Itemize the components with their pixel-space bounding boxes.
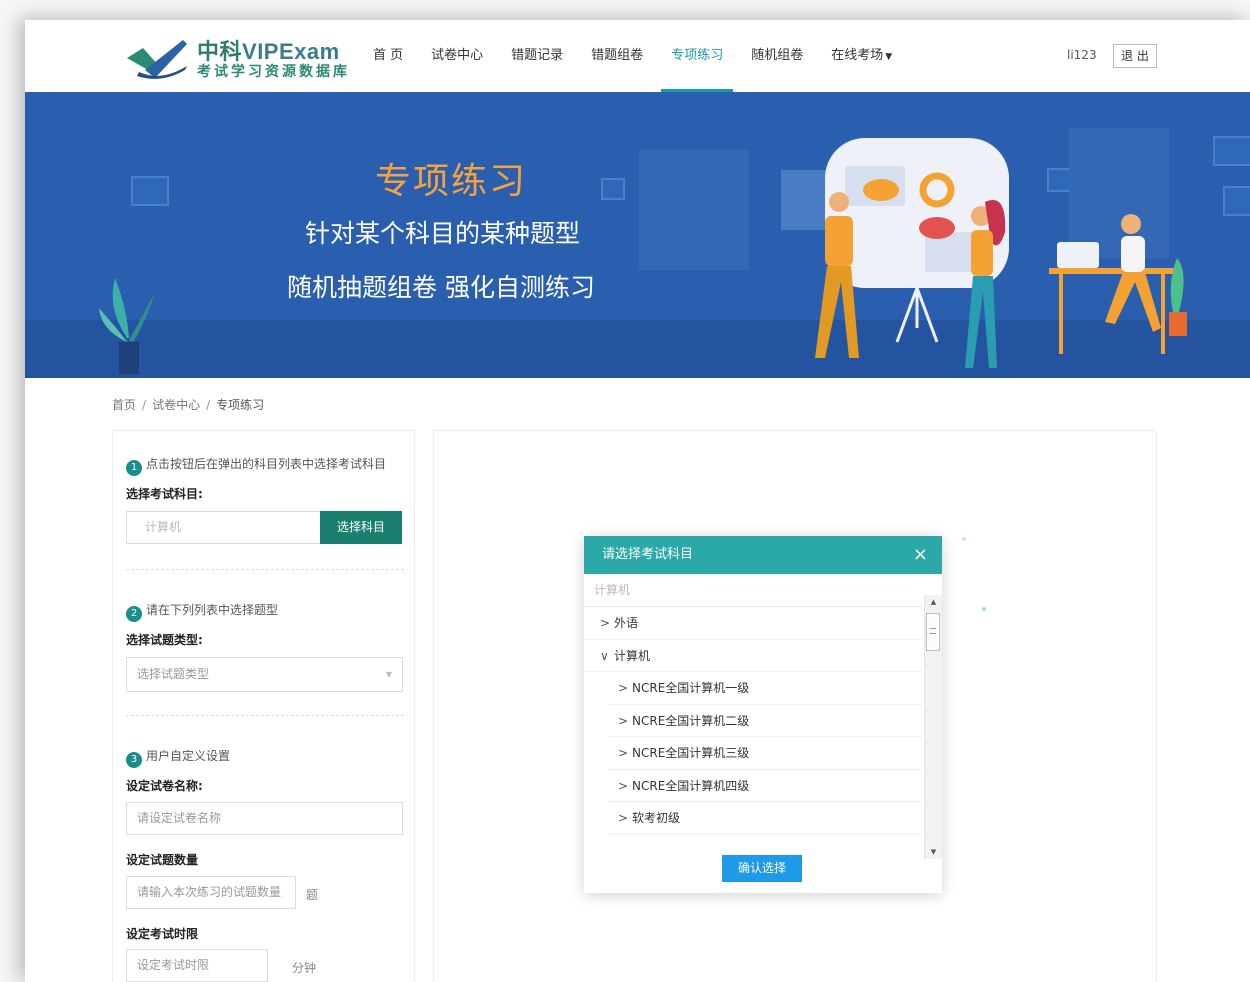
section-divider: [126, 569, 404, 570]
question-count-input[interactable]: 请输入本次练习的试题数量: [126, 876, 296, 909]
step-3-hint: 3 用户自定义设置: [126, 747, 230, 768]
step-1-text: 点击按钮后在弹出的科目列表中选择考试科目: [146, 457, 387, 471]
time-limit-input[interactable]: 设定考试时限: [126, 949, 268, 982]
step-number-badge: 2: [126, 606, 142, 622]
tree-item-label: 软考初级: [632, 811, 681, 825]
confirm-selection-button[interactable]: 确认选择: [722, 855, 802, 882]
subject-tree: > 外语 ∨ 计算机 > NCRE全国计算机一级 > NCRE全国计算机二级 > NCRE…: [584, 607, 922, 835]
choose-subject-button[interactable]: 选择科目: [320, 511, 402, 544]
site-logo[interactable]: 中科VIPExam 考试学习资源数据库: [125, 34, 355, 82]
breadcrumb-current: 专项练习: [216, 398, 265, 412]
step-2-text: 请在下列列表中选择题型: [146, 603, 279, 617]
wall-frame-decoration: [1213, 136, 1250, 166]
tree-item-ncre-level-4[interactable]: > NCRE全国计算机四级: [608, 770, 922, 802]
logo-mark-icon: [127, 40, 187, 79]
tree-item-foreign-language[interactable]: > 外语: [584, 607, 922, 640]
tree-item-label: NCRE全国计算机一级: [632, 681, 750, 695]
decorative-dot: [962, 537, 966, 541]
question-count-label: 设定试题数量: [126, 853, 199, 867]
subject-input[interactable]: 计算机: [126, 511, 320, 544]
scrollbar-thumb[interactable]: [926, 613, 940, 651]
step-1-hint: 1 点击按钮后在弹出的科目列表中选择考试科目: [126, 455, 386, 476]
tree-item-label: 外语: [614, 616, 639, 630]
chevron-right-icon: >: [618, 811, 629, 825]
question-type-label: 选择试题类型:: [126, 633, 203, 647]
step-2-hint: 2 请在下列列表中选择题型: [126, 601, 278, 622]
tree-item-label: 计算机: [614, 648, 651, 663]
section-divider: [126, 715, 404, 716]
wall-frame-decoration: [1223, 186, 1250, 216]
decorative-dot: [982, 607, 986, 611]
scroll-up-icon[interactable]: ▲: [925, 595, 942, 609]
chevron-right-icon: >: [618, 778, 629, 793]
nav-item-random-paper[interactable]: 随机组卷: [739, 20, 815, 84]
chevron-right-icon: >: [618, 713, 629, 728]
dialog-title: 请选择考试科目: [602, 547, 694, 562]
nav-item-online-exam[interactable]: 在线考场 ▼: [819, 20, 904, 84]
hero-banner: 专项练习 针对某个科目的某种题型 随机抽题组卷 强化自测练习: [25, 92, 1250, 378]
breadcrumb: 首页 / 试卷中心 / 专项练习: [112, 396, 264, 413]
nav-item-wrong-paper[interactable]: 错题组卷: [579, 20, 655, 84]
breadcrumb-paper-center[interactable]: 试卷中心: [152, 398, 200, 412]
logo-subtitle: 考试学习资源数据库: [197, 64, 350, 80]
main-nav: 首 页 试卷中心 错题记录 错题组卷 专项练习 随机组卷 在线考场 ▼: [361, 20, 908, 92]
subject-search-input[interactable]: 计算机: [584, 574, 922, 607]
time-limit-label: 设定考试时限: [126, 927, 199, 941]
bookshelf-decoration: [639, 150, 749, 270]
paper-name-label: 设定试卷名称:: [126, 779, 203, 793]
question-count-unit: 题: [306, 888, 319, 902]
nav-item-paper-center[interactable]: 试卷中心: [419, 20, 495, 84]
tree-item-ruankao-junior[interactable]: > 软考初级: [608, 802, 922, 835]
breadcrumb-separator: /: [142, 398, 147, 412]
paper-name-input[interactable]: 请设定试卷名称: [126, 802, 403, 835]
tree-scrollbar[interactable]: ▲ ▼: [924, 595, 942, 859]
dialog-header: 请选择考试科目 ×: [584, 536, 942, 574]
breadcrumb-separator: /: [206, 398, 211, 412]
banner-tagline-2: 随机抽题组卷 强化自测练习: [287, 273, 595, 302]
chevron-down-icon: ∨: [600, 648, 609, 663]
chevron-right-icon: >: [618, 681, 629, 695]
wall-frame-decoration: [601, 178, 625, 200]
breadcrumb-home[interactable]: 首页: [112, 398, 136, 412]
subject-label: 选择考试科目:: [126, 487, 203, 501]
grip-icon: [930, 628, 936, 634]
logout-button[interactable]: 退 出: [1113, 44, 1157, 68]
subject-picker-dialog: 请选择考试科目 × 计算机 > 外语 ∨ 计算机 > NCRE全国计算机一级 > NCR…: [584, 536, 942, 893]
wall-frame-decoration: [131, 176, 169, 206]
chevron-right-icon: >: [618, 746, 629, 760]
nav-item-online-exam-label: 在线考场: [831, 48, 884, 63]
step-number-badge: 1: [126, 460, 142, 476]
question-type-placeholder: 选择试题类型: [137, 667, 210, 681]
time-limit-unit: 分钟: [292, 961, 317, 975]
tree-item-label: NCRE全国计算机四级: [632, 778, 750, 793]
nav-item-wrong-records[interactable]: 错题记录: [499, 20, 575, 84]
scroll-down-icon[interactable]: ▼: [925, 845, 942, 859]
close-icon[interactable]: ×: [913, 536, 928, 574]
banner-title: 专项练习: [375, 161, 528, 202]
nav-item-special-practice[interactable]: 专项练习: [659, 20, 735, 92]
step-number-badge: 3: [126, 752, 142, 768]
tree-item-ncre-level-2[interactable]: > NCRE全国计算机二级: [608, 705, 922, 737]
chevron-down-icon: ▼: [385, 670, 392, 679]
plant-illustration-icon: [99, 278, 155, 374]
tree-item-label: NCRE全国计算机二级: [632, 713, 750, 728]
tree-item-label: NCRE全国计算机三级: [632, 746, 750, 760]
nav-item-home[interactable]: 首 页: [361, 20, 415, 84]
banner-tagline-1: 针对某个科目的某种题型: [305, 219, 581, 248]
tree-item-computer[interactable]: ∨ 计算机: [584, 640, 922, 672]
tree-item-ncre-level-1[interactable]: > NCRE全国计算机一级: [608, 672, 922, 705]
desk-worker-illustration-icon: [1049, 214, 1187, 354]
practice-settings-panel: 1 点击按钮后在弹出的科目列表中选择考试科目 选择考试科目: 计算机 选择科目 2…: [112, 430, 415, 982]
step-3-text: 用户自定义设置: [146, 749, 231, 763]
tree-item-ncre-level-3[interactable]: > NCRE全国计算机三级: [608, 737, 922, 770]
whiteboard-discussion-illustration-icon: [815, 138, 1009, 368]
top-header: 中科VIPExam 考试学习资源数据库 首 页 试卷中心 错题记录 错题组卷 专…: [25, 20, 1250, 92]
user-name: li123: [1067, 48, 1097, 62]
caret-down-icon: ▼: [885, 52, 893, 62]
question-type-select[interactable]: 选择试题类型 ▼: [126, 657, 403, 692]
chevron-right-icon: >: [600, 616, 611, 630]
